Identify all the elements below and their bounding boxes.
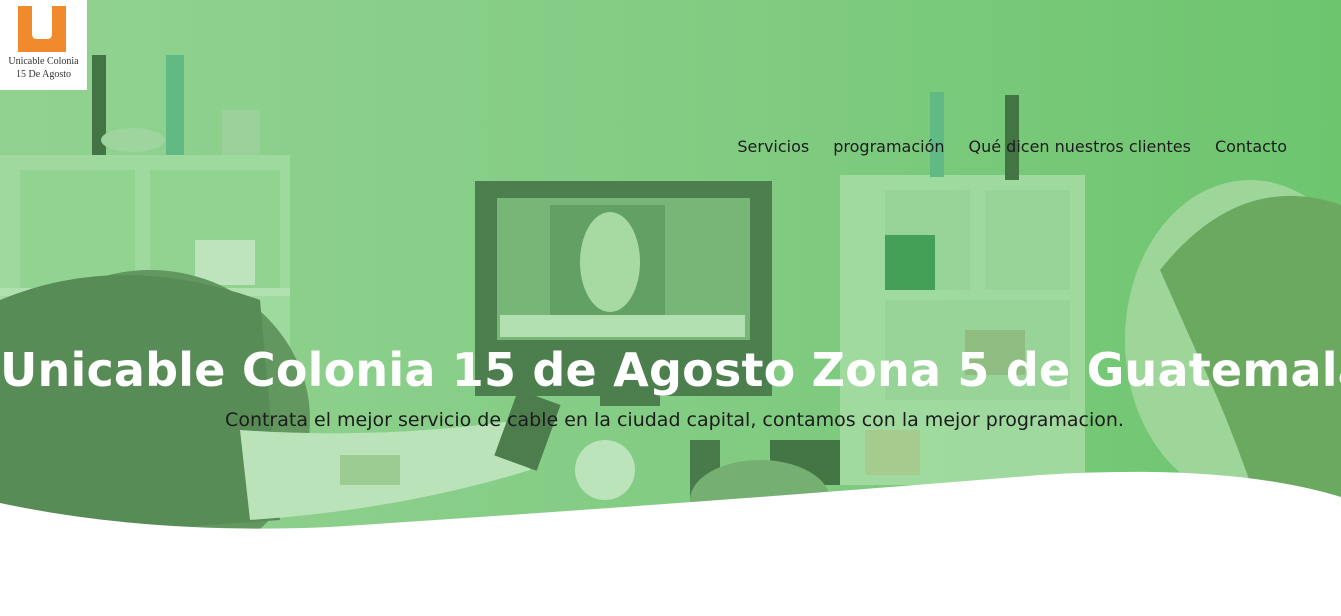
hero-bottom-wave xyxy=(0,471,1341,616)
logo-u-icon xyxy=(18,6,66,52)
nav-link-programacion[interactable]: programación xyxy=(833,137,944,156)
hero-section: Unicable Colonia 15 De Agosto Servicios … xyxy=(0,0,1341,616)
hero-title: Unicable Colonia 15 de Agosto Zona 5 de … xyxy=(0,343,1341,397)
site-logo[interactable]: Unicable Colonia 15 De Agosto xyxy=(0,0,87,90)
main-navigation: Servicios programación Qué dicen nuestro… xyxy=(737,137,1287,156)
nav-link-contacto[interactable]: Contacto xyxy=(1215,137,1287,156)
hero-subtitle: Contrata el mejor servicio de cable en l… xyxy=(225,409,1124,431)
logo-line-2: 15 De Agosto xyxy=(16,69,71,80)
nav-link-testimonios[interactable]: Qué dicen nuestros clientes xyxy=(969,137,1191,156)
logo-text: Unicable Colonia 15 De Agosto xyxy=(0,55,87,81)
nav-link-servicios[interactable]: Servicios xyxy=(737,137,809,156)
logo-line-1: Unicable Colonia xyxy=(8,56,79,67)
